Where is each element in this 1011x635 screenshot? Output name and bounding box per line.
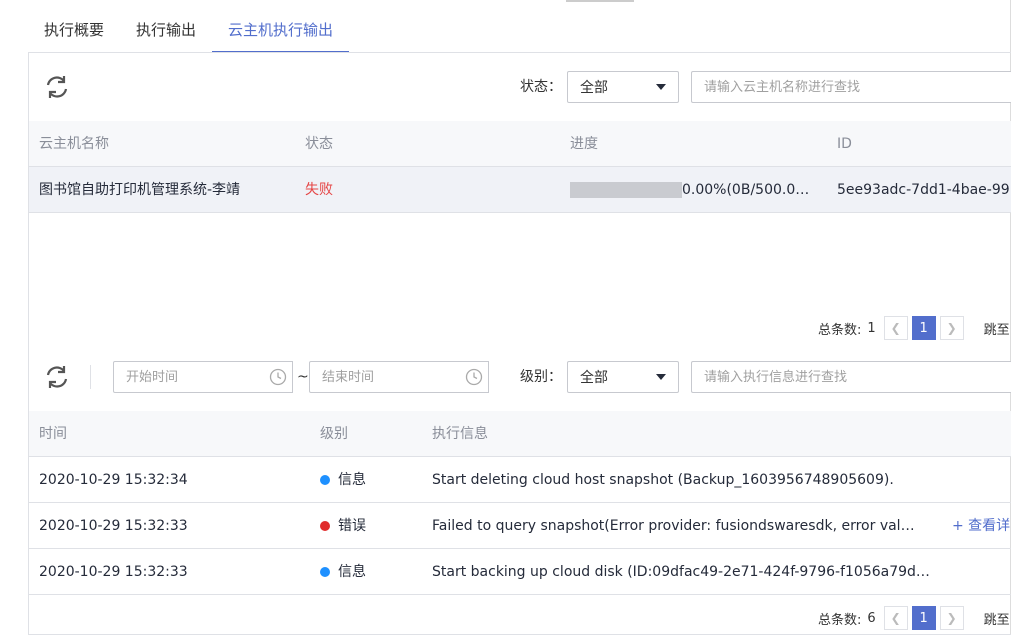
col-id: ID: [837, 136, 852, 152]
prev-page-button[interactable]: ❮: [883, 316, 908, 340]
status-filter-value: 全部: [580, 80, 608, 96]
prev-page-button[interactable]: ❮: [883, 606, 908, 630]
caret-down-icon: [656, 84, 666, 90]
tab-output[interactable]: 执行输出: [120, 8, 212, 52]
vm-search-input[interactable]: [691, 71, 1011, 103]
current-page-button[interactable]: 1: [911, 606, 936, 630]
clock-icon: [269, 368, 287, 386]
chevron-left-icon: ❮: [890, 611, 901, 625]
status-filter-label: 状态：: [520, 79, 562, 95]
total-label: 总条数:: [818, 322, 862, 338]
chevron-right-icon: ❯: [946, 321, 957, 335]
error-dot-icon: [320, 521, 330, 531]
chevron-right-icon: ❯: [946, 611, 957, 625]
next-page-button[interactable]: ❯: [939, 316, 964, 340]
clock-icon: [465, 368, 483, 386]
vm-name-cell: 图书馆自助打印机管理系统-李靖: [39, 182, 241, 198]
view-details-link[interactable]: + 查看详: [952, 503, 1011, 549]
vm-status-cell: 失败: [305, 182, 333, 198]
vm-id-cell: 5ee93adc-7dd1-4bae-99: [837, 182, 1010, 198]
refresh-vm-button[interactable]: [41, 71, 73, 103]
jump-to-label: 跳至: [983, 612, 1010, 628]
refresh-log-button[interactable]: [41, 361, 73, 393]
total-count: 1: [867, 320, 876, 336]
vm-table-header: 云主机名称 状态 进度 ID: [29, 121, 1011, 167]
refresh-icon: [46, 366, 68, 388]
col-level: 级别: [320, 426, 348, 442]
top-divider: [566, 0, 634, 2]
tab-summary[interactable]: 执行概要: [28, 8, 120, 52]
content-panel: 状态： 全部 云主机名称 状态 进度 ID 图书馆自助打印机管理系统-李靖 失败…: [28, 52, 1011, 635]
next-page-button[interactable]: ❯: [939, 606, 964, 630]
table-row: 2020-10-29 15:32:33 信息 Start backing up …: [29, 549, 1011, 595]
level-filter-label: 级别：: [520, 369, 562, 385]
log-search-input[interactable]: [691, 361, 1011, 393]
progress-bar: [570, 182, 682, 198]
log-time-cell: 2020-10-29 15:32:33: [39, 564, 188, 580]
log-level-text: 信息: [338, 472, 366, 488]
info-dot-icon: [320, 475, 330, 485]
log-level-cell: 信息: [320, 549, 366, 595]
log-level-text: 信息: [338, 564, 366, 580]
col-message: 执行信息: [432, 426, 488, 442]
col-time: 时间: [39, 426, 67, 442]
log-level-cell: 信息: [320, 457, 366, 503]
level-filter-select[interactable]: 全部: [567, 361, 679, 393]
current-page-button[interactable]: 1: [911, 316, 936, 340]
table-row[interactable]: 图书馆自助打印机管理系统-李靖 失败 0.00%(0B/500.0… 5ee93…: [29, 167, 1011, 213]
start-time-input[interactable]: [113, 361, 293, 393]
end-time-input[interactable]: [309, 361, 489, 393]
log-message-cell: Start deleting cloud host snapshot (Back…: [432, 472, 894, 488]
jump-to-label: 跳至: [983, 322, 1010, 338]
log-message-cell: Start backing up cloud disk (ID:09dfac49…: [432, 564, 930, 580]
log-pagination: 总条数: 6 ❮ 1 ❯ 跳至: [818, 606, 1010, 630]
toolbar-divider: [90, 365, 91, 389]
log-level-text: 错误: [338, 518, 366, 534]
col-status: 状态: [305, 136, 333, 152]
tab-bar: 执行概要 执行输出 云主机执行输出: [28, 8, 350, 53]
total-count: 6: [867, 610, 876, 626]
start-time-picker[interactable]: [113, 361, 293, 393]
progress-text: 0.00%(0B/500.0…: [682, 182, 810, 198]
total-label: 总条数:: [818, 612, 862, 628]
log-message-cell: Failed to query snapshot(Error provider:…: [432, 518, 915, 534]
caret-down-icon: [656, 374, 666, 380]
col-vm-name: 云主机名称: [39, 136, 109, 152]
chevron-left-icon: ❮: [890, 321, 901, 335]
level-filter-value: 全部: [580, 370, 608, 386]
log-time-cell: 2020-10-29 15:32:33: [39, 518, 188, 534]
table-row: 2020-10-29 15:32:34 信息 Start deleting cl…: [29, 457, 1011, 503]
vm-pagination: 总条数: 1 ❮ 1 ❯ 跳至: [818, 316, 1010, 340]
table-row: 2020-10-29 15:32:33 错误 Failed to query s…: [29, 503, 1011, 549]
col-progress: 进度: [570, 136, 598, 152]
log-level-cell: 错误: [320, 503, 366, 549]
info-dot-icon: [320, 567, 330, 577]
log-table-header: 时间 级别 执行信息: [29, 411, 1011, 457]
tab-vm-output[interactable]: 云主机执行输出: [212, 8, 350, 53]
end-time-picker[interactable]: [309, 361, 489, 393]
refresh-icon: [46, 76, 68, 98]
status-filter-select[interactable]: 全部: [567, 71, 679, 103]
log-time-cell: 2020-10-29 15:32:34: [39, 472, 188, 488]
range-separator: ~: [297, 369, 309, 385]
